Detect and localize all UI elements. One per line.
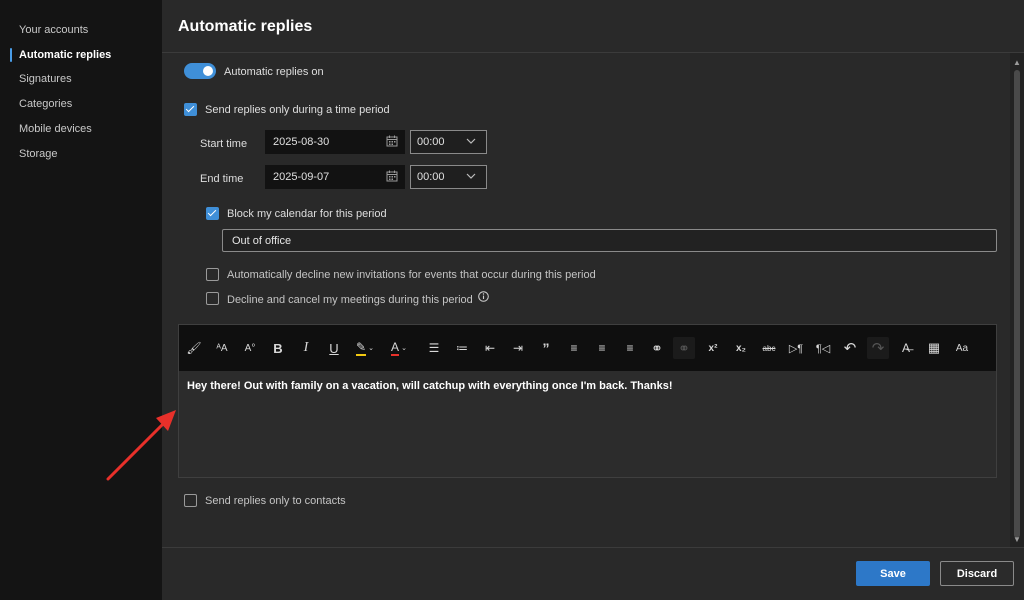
time-period-label: Send replies only during a time period bbox=[205, 104, 390, 116]
italic-icon[interactable]: I bbox=[295, 337, 317, 359]
chevron-down-icon bbox=[466, 173, 476, 179]
settings-sidebar: Your accounts Automatic replies Signatur… bbox=[0, 0, 162, 600]
undo-icon[interactable]: ↶ bbox=[839, 337, 861, 359]
scrollbar-thumb[interactable] bbox=[1014, 70, 1020, 538]
unlink-icon: ⚭ bbox=[673, 337, 695, 359]
font-color-icon[interactable]: A ⌄ bbox=[385, 337, 413, 359]
calendar-icon[interactable] bbox=[386, 135, 398, 147]
increase-indent-icon[interactable]: ⇥ bbox=[507, 337, 529, 359]
decline-invitations-label: Automatically decline new invitations fo… bbox=[227, 269, 596, 281]
subscript-icon[interactable]: x₂ bbox=[730, 337, 752, 359]
sidebar-item-mobile-devices[interactable]: Mobile devices bbox=[19, 123, 92, 135]
cancel-meetings-checkbox[interactable] bbox=[206, 292, 219, 305]
redo-icon: ↷ bbox=[867, 337, 889, 359]
scroll-up-icon[interactable]: ▲ bbox=[1013, 58, 1021, 67]
chevron-down-icon: ⌄ bbox=[401, 345, 407, 352]
underline-icon[interactable]: U bbox=[323, 337, 345, 359]
sidebar-item-signatures[interactable]: Signatures bbox=[19, 73, 72, 85]
contacts-only-checkbox[interactable] bbox=[184, 494, 197, 507]
discard-button[interactable]: Discard bbox=[940, 561, 1014, 586]
link-icon[interactable]: ⚭ bbox=[646, 337, 668, 359]
end-time-value: 00:00 bbox=[417, 171, 445, 183]
footer-divider bbox=[162, 547, 1024, 548]
end-time-dropdown[interactable]: 00:00 bbox=[410, 165, 487, 189]
automatic-replies-toggle[interactable] bbox=[184, 63, 216, 79]
formatting-toolbar: 🖌 ᴬA A° B I U ✎ ⌄ A ⌄ ☰ ≔ ⇤ ⇥ ” ≡ ≡ ≡ ⚭ ⚭ … bbox=[179, 325, 996, 371]
sidebar-item-your-accounts[interactable]: Your accounts bbox=[19, 24, 88, 36]
save-button[interactable]: Save bbox=[856, 561, 930, 586]
event-title-value: Out of office bbox=[232, 235, 292, 247]
numbering-icon[interactable]: ≔ bbox=[451, 337, 473, 359]
left-to-right-icon[interactable]: ▷¶ bbox=[785, 337, 807, 359]
clear-formatting-icon[interactable]: A̶ bbox=[895, 337, 917, 359]
scroll-down-icon[interactable]: ▼ bbox=[1013, 535, 1021, 544]
styles-icon[interactable]: Aa bbox=[951, 337, 973, 359]
cancel-meetings-label: Decline and cancel my meetings during th… bbox=[227, 294, 473, 306]
start-time-label: Start time bbox=[200, 138, 248, 150]
start-date-picker[interactable]: 2025-08-30 bbox=[265, 130, 405, 154]
end-date-value: 2025-09-07 bbox=[273, 171, 330, 183]
block-calendar-checkbox[interactable] bbox=[206, 207, 219, 220]
decline-invitations-checkbox[interactable] bbox=[206, 268, 219, 281]
chevron-down-icon: ⌄ bbox=[368, 345, 374, 352]
end-time-label: End time bbox=[200, 173, 244, 185]
sidebar-item-categories[interactable]: Categories bbox=[19, 98, 72, 110]
chevron-down-icon bbox=[466, 138, 476, 144]
toggle-label: Automatic replies on bbox=[224, 66, 324, 78]
highlight-icon[interactable]: ✎ ⌄ bbox=[351, 337, 379, 359]
start-time-value: 00:00 bbox=[417, 136, 445, 148]
page-title: Automatic replies bbox=[178, 18, 313, 35]
format-painter-icon[interactable]: 🖌 bbox=[183, 337, 205, 359]
superscript-icon[interactable]: x² bbox=[702, 337, 724, 359]
font-size-increase-icon[interactable]: A° bbox=[239, 337, 261, 359]
end-date-picker[interactable]: 2025-09-07 bbox=[265, 165, 405, 189]
start-date-value: 2025-08-30 bbox=[273, 136, 330, 148]
title-divider bbox=[162, 52, 1024, 53]
align-left-icon[interactable]: ≡ bbox=[563, 337, 585, 359]
time-period-checkbox[interactable] bbox=[184, 103, 197, 116]
contacts-only-label: Send replies only to contacts bbox=[205, 495, 346, 507]
highlight-glyph: ✎ bbox=[356, 340, 367, 356]
info-icon[interactable] bbox=[478, 291, 489, 302]
align-right-icon[interactable]: ≡ bbox=[619, 337, 641, 359]
toggle-knob bbox=[203, 66, 213, 76]
block-calendar-label: Block my calendar for this period bbox=[227, 208, 387, 220]
decrease-indent-icon[interactable]: ⇤ bbox=[479, 337, 501, 359]
sidebar-item-storage[interactable]: Storage bbox=[19, 148, 58, 160]
message-body-text[interactable]: Hey there! Out with family on a vacation… bbox=[187, 380, 673, 392]
selected-indicator bbox=[10, 48, 12, 62]
sidebar-item-automatic-replies[interactable]: Automatic replies bbox=[19, 49, 111, 61]
font-size-decrease-icon[interactable]: ᴬA bbox=[211, 337, 233, 359]
bold-icon[interactable]: B bbox=[267, 337, 289, 359]
quote-icon[interactable]: ” bbox=[535, 337, 557, 359]
event-title-input[interactable]: Out of office bbox=[222, 229, 997, 252]
bullets-icon[interactable]: ☰ bbox=[423, 337, 445, 359]
align-center-icon[interactable]: ≡ bbox=[591, 337, 613, 359]
start-time-dropdown[interactable]: 00:00 bbox=[410, 130, 487, 154]
font-color-glyph: A bbox=[391, 340, 400, 356]
right-to-left-icon[interactable]: ¶◁ bbox=[812, 337, 834, 359]
calendar-icon[interactable] bbox=[386, 170, 398, 182]
insert-table-icon[interactable]: ▦ bbox=[923, 337, 945, 359]
strikethrough-icon[interactable]: abc bbox=[758, 337, 780, 359]
message-editor[interactable]: 🖌 ᴬA A° B I U ✎ ⌄ A ⌄ ☰ ≔ ⇤ ⇥ ” ≡ ≡ ≡ ⚭ ⚭ … bbox=[178, 324, 997, 478]
automatic-replies-panel: Automatic replies Automatic replies on S… bbox=[162, 0, 1024, 600]
